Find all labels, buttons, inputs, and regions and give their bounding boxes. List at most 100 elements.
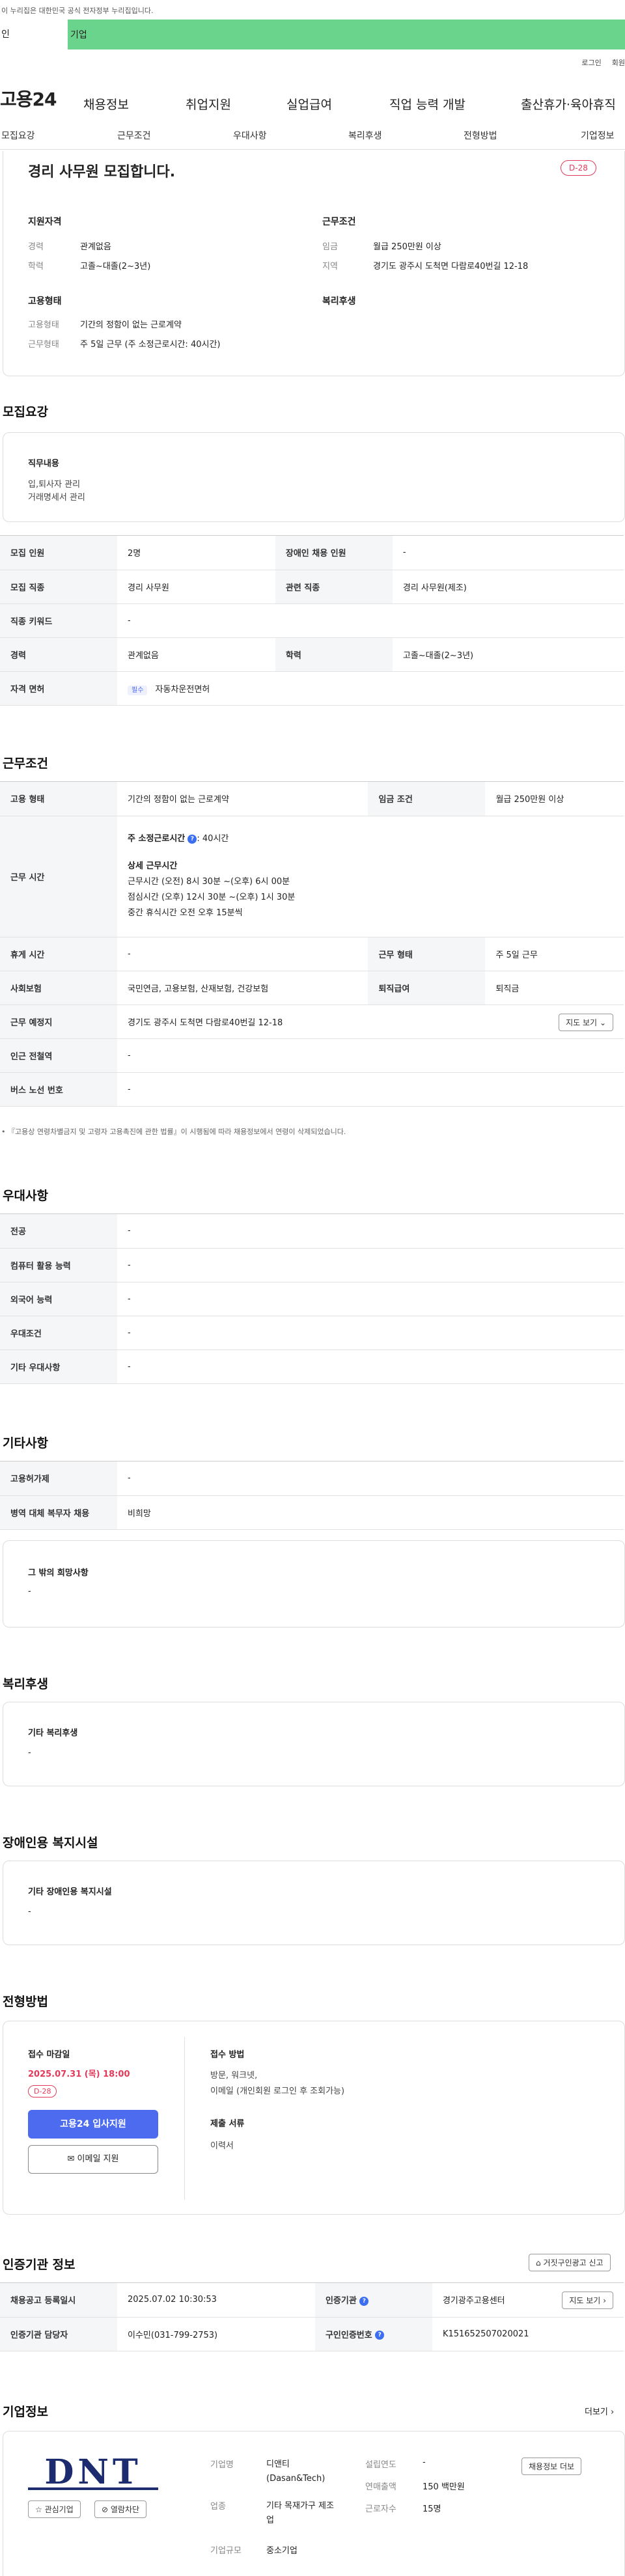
company-more-link[interactable]: 더보기 › (585, 2405, 614, 2417)
cond-heading: 근무조건 (322, 217, 356, 227)
row-label: 직종 키워드 (0, 603, 117, 638)
info-icon[interactable]: ? (188, 834, 197, 844)
tab-selection[interactable]: 전형방법 (464, 129, 497, 142)
row-value: 기간의 정함이 없는 근로계약 (117, 782, 368, 816)
member-type-bar: 인 기업 (0, 20, 625, 49)
row-value: - (117, 1350, 624, 1384)
area-value: 경기도 광주시 도척면 다람로40번길 12-18 (373, 262, 529, 271)
report-label: 거짓구인광고 신고 (543, 2258, 604, 2267)
gnb-item-support[interactable]: 취업지원 (186, 95, 231, 113)
favorite-label: 관심기업 (44, 2505, 74, 2514)
docs-value: 이력서 (210, 2141, 234, 2151)
tab-welfare[interactable]: 복리후생 (348, 129, 382, 142)
industry-value: 기타 목재가구 제조업 (266, 2501, 334, 2525)
edu-value: 고졸~대졸(2~3년) (80, 262, 151, 271)
size-value: 중소기업 (266, 2546, 298, 2556)
company-jobs-button[interactable]: 채용정보 더보 (521, 2458, 582, 2475)
row-label-cell: 인증기관 ? (314, 2283, 432, 2318)
info-icon[interactable]: ? (375, 2331, 385, 2340)
tab-company[interactable]: 기업 (68, 28, 87, 41)
table-row: 직종 키워드 - (0, 603, 624, 638)
table-row: 휴게 시간 - 근무 형태 주 5일 근무 (0, 937, 624, 971)
global-nav: 고용24 채용정보 취업지원 실업급여 직업 능력 개발 출산휴가·육아휴직 (0, 76, 625, 121)
row-label: 근무 시간 (0, 816, 117, 937)
qual-heading: 지원자격 (28, 217, 62, 227)
row-value: 이수민(031-799-2753) (117, 2317, 315, 2351)
agency-map-button[interactable]: 지도 보기 › (562, 2292, 613, 2309)
mail-icon: ✉ (67, 2154, 75, 2164)
prefer-section-title: 우대사항 (3, 1189, 48, 1203)
gnb-item-parental[interactable]: 출산휴가·육아휴직 (521, 95, 616, 113)
block-view-button[interactable]: ⊘ 열람차단 (94, 2500, 147, 2518)
welfare-box-title: 기타 복리후생 (28, 1728, 78, 1738)
table-row: 고용 형태 기간의 정함이 없는 근로계약 임금 조건 월급 250만원 이상 (0, 782, 624, 816)
row-value: - (117, 603, 624, 638)
row-label: 전공 (0, 1214, 117, 1249)
row-value: 2025.07.02 10:30:53 (117, 2283, 315, 2318)
hours-cell: 주 소정근로시간 ?: 40시간 상세 근무시간 근무시간 (오전) 8시 30… (117, 816, 624, 937)
table-row: 전공 - (0, 1214, 624, 1249)
row-label: 근무 예정지 (0, 1004, 117, 1039)
disability-box-value: - (28, 1907, 31, 1917)
apply-button[interactable]: 고용24 입사지원 (28, 2110, 158, 2139)
etc-table: 고용허가제 - 병역 대체 복무자 채용 비희망 (0, 1461, 624, 1530)
site-logo[interactable]: 고용24 (0, 85, 83, 111)
row-label: 장애인 채용 인원 (275, 536, 393, 570)
map-button[interactable]: 지도 보기 ⌄ (559, 1013, 613, 1031)
company-section-title: 기업정보 (3, 2405, 48, 2419)
area-label: 지역 (322, 262, 338, 271)
row-label: 기타 우대사항 (0, 1350, 117, 1384)
login-link[interactable]: 로그인 (581, 57, 601, 68)
tab-company[interactable]: 기업정보 (581, 129, 615, 142)
star-icon: ☆ (35, 2505, 42, 2514)
work-section-title: 근무조건 (3, 756, 48, 771)
row-label: 자격 면허 (0, 671, 117, 706)
row-label: 채용공고 등록일시 (0, 2283, 117, 2318)
tab-recruit[interactable]: 모집요강 (1, 129, 35, 142)
email-apply-button[interactable]: ✉ 이메일 지원 (28, 2145, 158, 2174)
industry-label: 업종 (210, 2502, 226, 2512)
deadline-title: 접수 마감일 (28, 2050, 70, 2060)
row-label: 구인인증번호 (325, 2330, 372, 2340)
recruit-table: 모집 인원 2명 장애인 채용 인원 - 모집 직종 경리 사무원 관련 직종 … (0, 535, 624, 706)
agency-map-label: 지도 보기 (569, 2296, 601, 2305)
hours-detail-line: 중간 휴식시간 오전 오후 15분씩 (128, 908, 243, 918)
row-value: 경리 사무원 (117, 570, 275, 604)
row-label: 고용허가제 (0, 1461, 117, 1496)
gnb-item-unemployment[interactable]: 실업급여 (286, 95, 332, 113)
signup-link[interactable]: 회원 (612, 57, 625, 68)
gnb-item-jobs[interactable]: 채용정보 (83, 95, 129, 113)
age-footnote: • 『고용상 연령차별금지 및 고령자 고용촉진에 관한 법률』이 시행됨에 따… (1, 1128, 346, 1136)
duty-line: 거래명세서 관리 (28, 493, 85, 503)
tab-individual[interactable]: 인 (0, 20, 68, 49)
disability-section-title: 장애인용 복지시설 (3, 1836, 98, 1850)
org-cell: 경기광주고용센터 지도 보기 › (432, 2283, 624, 2318)
table-row: 병역 대체 복무자 채용 비희망 (0, 1495, 624, 1530)
info-icon[interactable]: ? (359, 2296, 369, 2306)
row-value: - (117, 1248, 624, 1282)
row-value: 경리 사무원(제조) (392, 570, 624, 604)
found-value: - (423, 2458, 426, 2467)
gnb-item-training[interactable]: 직업 능력 개발 (389, 95, 465, 113)
row-value: 2명 (117, 536, 275, 570)
etc-section-title: 기타사항 (3, 1436, 48, 1450)
row-label: 임금 조건 (368, 782, 486, 816)
tab-work[interactable]: 근무조건 (117, 129, 151, 142)
agency-table: 채용공고 등록일시 2025.07.02 10:30:53 인증기관 ? 경기광… (0, 2282, 624, 2351)
row-value: 관계없음 (117, 637, 275, 672)
company-name-value: 디앤티(Dasan&Tech) (266, 2459, 326, 2484)
footnote-text: 『고용상 연령차별금지 및 고령자 고용촉진에 관한 법률』이 시행됨에 따라 … (8, 1128, 346, 1136)
dday-badge: D-28 (561, 160, 596, 176)
row-value: - (117, 1282, 624, 1316)
method-line: 이메일 (개인회원 로그인 후 조회가능) (210, 2086, 345, 2096)
table-row: 기타 우대사항 - (0, 1350, 624, 1384)
tab-prefer[interactable]: 우대사항 (233, 129, 267, 142)
report-button[interactable]: ⌂ 거짓구인광고 신고 (529, 2254, 611, 2271)
row-value: - (117, 1461, 624, 1496)
welfare-heading: 복리후생 (322, 296, 356, 307)
duty-line: 입,퇴사자 관리 (28, 480, 81, 490)
method-line: 방문, 워크넷, (210, 2071, 258, 2081)
favorite-company-button[interactable]: ☆ 관심기업 (28, 2500, 81, 2518)
row-value: - (117, 1316, 624, 1350)
row-label: 휴게 시간 (0, 937, 117, 971)
